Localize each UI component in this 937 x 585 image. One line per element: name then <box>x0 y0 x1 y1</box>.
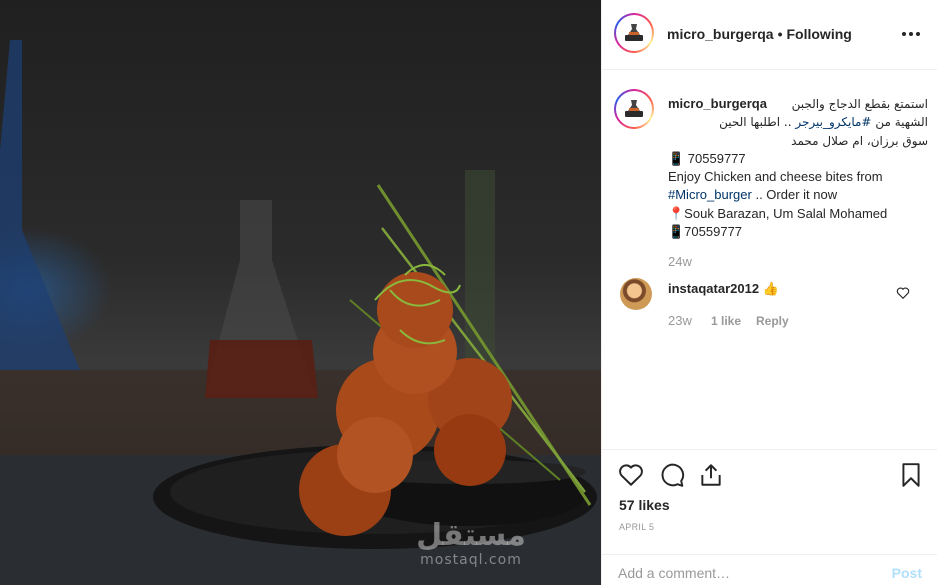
header-separator: • <box>777 26 783 42</box>
share-icon[interactable] <box>698 462 724 488</box>
caption-text: micro_burgerqa استمتع بقطع الدجاج والجبن… <box>668 95 928 241</box>
caption-arabic-address: سوق برزان، ام صلال محمد <box>791 133 928 148</box>
caption-arabic-2: الشهية من <box>875 115 928 130</box>
commenter-username-link[interactable]: instaqatar2012 <box>668 281 759 296</box>
more-horizontal-icon[interactable] <box>902 26 920 42</box>
reply-button[interactable]: Reply <box>756 314 789 328</box>
watermark-latin: mostaql.com <box>420 552 522 568</box>
caption-line-2: الشهية من #مايكرو_بيرجر .. اطلبها الحين <box>668 113 928 131</box>
comment-heart-icon[interactable] <box>896 286 910 300</box>
comment-row: instaqatar2012 👍 23w 1 like Reply <box>602 270 937 340</box>
caption-time[interactable]: 24w <box>668 254 692 269</box>
caption-phone-1: 📱 70559777 <box>668 150 746 166</box>
post-header: micro_burgerqa • Following <box>602 0 937 70</box>
watermark: مستقل mostaql.com <box>412 518 530 569</box>
post-date[interactable]: APRIL 5 <box>619 522 654 532</box>
account-avatar[interactable] <box>614 13 654 53</box>
micro-burger-logo-icon <box>625 100 643 117</box>
bookmark-save-icon[interactable] <box>898 462 924 488</box>
commenter-avatar[interactable] <box>620 278 652 310</box>
micro-burger-logo-icon <box>625 24 643 41</box>
post-photo[interactable]: مستقل mostaql.com <box>0 0 601 585</box>
likes-count[interactable]: 57 likes <box>619 497 670 513</box>
caption-arabic-3: .. اطلبها الحين <box>719 115 792 130</box>
post-actions: 57 likes APRIL 5 Post <box>602 449 937 585</box>
caption-english-order: .. Order it now <box>755 187 838 203</box>
comment-text: 👍 <box>762 281 779 296</box>
like-heart-icon[interactable] <box>618 462 644 488</box>
caption-english-address: 📍Souk Barazan, Um Salal Mohamed <box>668 205 888 221</box>
following-button[interactable]: Following <box>787 26 852 42</box>
food-photo-illustration <box>0 40 601 585</box>
caption-line-english-2: #Micro_burger .. Order it now <box>668 186 928 204</box>
post-sidebar: micro_burgerqa • Following micro_burgerqa … <box>601 0 937 585</box>
caption-phone-2: 📱70559777 <box>668 224 743 240</box>
watermark-arabic: مستقل <box>416 518 526 553</box>
post-comment-button[interactable]: Post <box>892 565 922 581</box>
account-username-link[interactable]: micro_burgerqa <box>667 26 774 42</box>
caption-line-1: micro_burgerqa استمتع بقطع الدجاج والجبن <box>668 95 928 113</box>
comment-content: instaqatar2012 👍 <box>668 281 779 297</box>
caption-english-1: Enjoy Chicken and cheese bites from <box>668 169 883 185</box>
hashtag-english-link[interactable]: #Micro_burger <box>668 187 752 202</box>
header-user-line: micro_burgerqa • Following <box>667 26 852 42</box>
comment-bubble-icon[interactable] <box>659 462 685 488</box>
caption-arabic-1: استمتع بقطع الدجاج والجبن <box>791 97 928 111</box>
hashtag-arabic-link[interactable]: #مايكرو_بيرجر <box>795 115 871 129</box>
red-liquid <box>205 340 318 398</box>
blue-flask <box>0 40 80 370</box>
caption-username-link[interactable]: micro_burgerqa <box>668 95 767 113</box>
caption-avatar[interactable] <box>614 89 654 129</box>
add-comment-bar: Post <box>602 554 937 585</box>
comment-likes[interactable]: 1 like <box>711 314 741 328</box>
add-comment-input[interactable] <box>618 563 868 583</box>
comment-time[interactable]: 23w <box>668 313 692 328</box>
